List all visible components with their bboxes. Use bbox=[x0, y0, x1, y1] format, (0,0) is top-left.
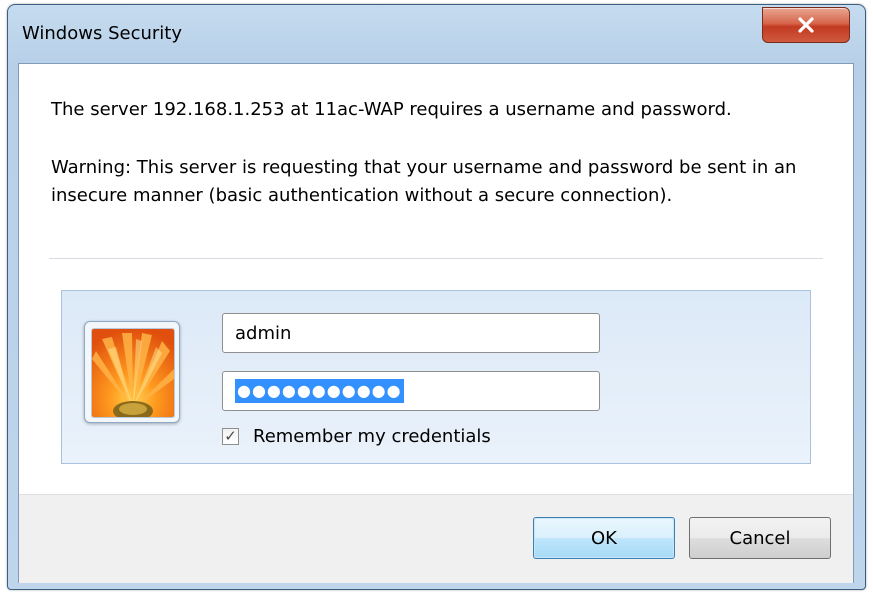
close-button[interactable] bbox=[762, 7, 850, 43]
user-tile-icon bbox=[91, 328, 175, 418]
button-bar: OK Cancel bbox=[19, 494, 853, 583]
warning-message: Warning: This server is requesting that … bbox=[51, 157, 797, 206]
dialog-title: Windows Security bbox=[22, 23, 182, 44]
user-tile bbox=[84, 321, 180, 423]
cancel-button[interactable]: Cancel bbox=[689, 517, 831, 559]
remember-credentials-row[interactable]: ✓ Remember my credentials bbox=[222, 423, 491, 449]
divider bbox=[49, 258, 823, 259]
credential-panel: admin ●●●●●●●●●●● ✓ Remember my credenti… bbox=[61, 290, 811, 464]
username-value: admin bbox=[235, 322, 292, 344]
checkmark-icon: ✓ bbox=[224, 426, 237, 445]
password-value: ●●●●●●●●●●● bbox=[235, 379, 404, 403]
server-message: The server 192.168.1.253 at 11ac-WAP req… bbox=[51, 99, 732, 120]
remember-label: Remember my credentials bbox=[253, 425, 491, 447]
windows-security-dialog: Windows Security The server 192.168.1.25… bbox=[7, 4, 866, 590]
username-field[interactable]: admin bbox=[222, 313, 600, 353]
close-icon bbox=[796, 16, 816, 34]
dialog-client-area: The server 192.168.1.253 at 11ac-WAP req… bbox=[18, 63, 854, 583]
password-field[interactable]: ●●●●●●●●●●● bbox=[222, 371, 600, 411]
remember-checkbox[interactable]: ✓ bbox=[222, 426, 239, 445]
ok-button[interactable]: OK bbox=[533, 517, 675, 559]
